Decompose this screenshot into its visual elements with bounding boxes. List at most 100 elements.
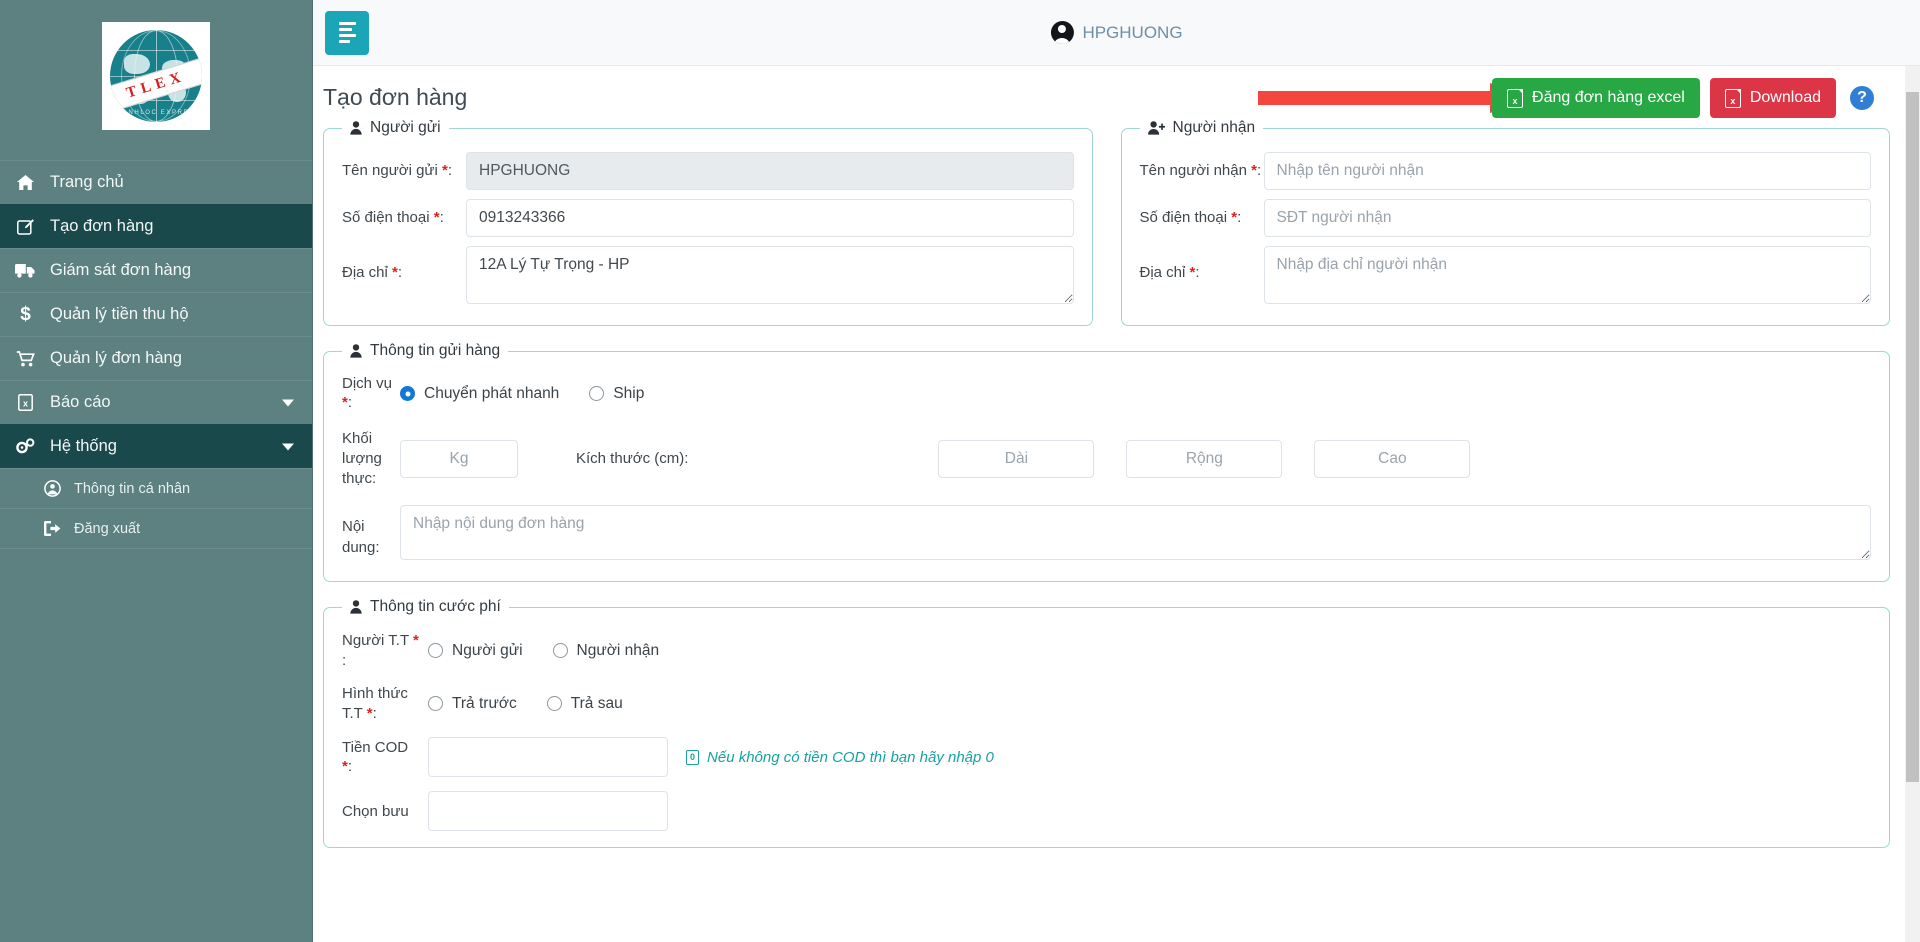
payment-method-label: Hình thức T.T *: xyxy=(342,685,408,722)
form-content: Người gửi Tên người gửi *: Số điện thoại… xyxy=(313,119,1920,849)
receiver-name-label: Tên người nhận *: xyxy=(1139,161,1262,179)
sender-phone-label: Số điện thoại *: xyxy=(342,208,444,226)
sidebar-item-trang-chu[interactable]: Trang chủ xyxy=(0,160,312,204)
receiver-name-row: Tên người nhận *: xyxy=(1139,152,1871,190)
payment-option-tra-sau[interactable]: Trả sau xyxy=(546,695,623,713)
user-icon xyxy=(350,121,362,135)
weight-size-row: Khối lượng thực: Kích thước (cm): xyxy=(342,429,1871,490)
sidebar-item-label: Báo cáo xyxy=(50,393,111,411)
cod-hint-text: Nếu không có tiền COD thì bạn hãy nhập 0 xyxy=(707,748,994,766)
edit-square-icon xyxy=(14,218,37,235)
sender-name-input xyxy=(466,152,1074,190)
weight-label: Khối lượng thực: xyxy=(342,429,382,488)
menu-toggle-icon[interactable] xyxy=(325,10,369,55)
scrollbar-thumb[interactable] xyxy=(1906,92,1919,782)
sidebar-item-label: Quản lý đơn hàng xyxy=(50,349,182,367)
sidebar-item-label: Quản lý tiền thu hộ xyxy=(50,305,189,323)
service-option-ship[interactable]: Ship xyxy=(589,385,644,403)
receiver-name-input[interactable] xyxy=(1263,152,1871,190)
receiver-address-row: Địa chỉ *: xyxy=(1139,246,1871,309)
sidebar-item-giam-sat-don-hang[interactable]: Giám sát đơn hàng xyxy=(0,248,312,292)
excel-file-icon: x xyxy=(1724,88,1741,108)
cod-label: Tiền COD *: xyxy=(342,738,409,776)
sidebar-item-label: Tạo đơn hàng xyxy=(50,217,154,235)
length-input[interactable] xyxy=(938,439,1095,478)
download-label: Download xyxy=(1749,89,1821,106)
post-office-row: Chọn bưu xyxy=(342,791,1871,832)
sender-legend-label: Người gửi xyxy=(370,119,441,136)
avatar xyxy=(1050,21,1074,44)
sidebar-item-label: Hệ thống xyxy=(50,437,117,455)
dollar-icon: $ xyxy=(20,303,31,325)
home-icon xyxy=(14,175,37,190)
sidebar-item-he-thong[interactable]: Hệ thống xyxy=(0,424,312,468)
user-icon xyxy=(350,600,362,614)
height-input[interactable] xyxy=(1314,439,1471,478)
upload-excel-order-label: Đăng đơn hàng excel xyxy=(1532,89,1685,106)
post-office-select[interactable] xyxy=(428,791,668,832)
gears-icon xyxy=(14,438,37,455)
sender-phone-input[interactable] xyxy=(466,199,1074,237)
user-name: HPGHUONG xyxy=(1082,22,1183,42)
fees-fieldset: Thông tin cước phí Người T.T *: Người gử… xyxy=(323,598,1890,849)
cod-amount-input[interactable] xyxy=(428,737,668,778)
receiver-legend-label: Người nhận xyxy=(1172,119,1256,136)
zero-badge-icon: 0 xyxy=(686,749,700,765)
app-root: THANHLOC EXPRESS TLEX Trang chủ Tạo đơn … xyxy=(0,0,1920,942)
shopping-cart-icon xyxy=(14,350,37,367)
brand-logo: THANHLOC EXPRESS TLEX xyxy=(102,22,210,130)
sender-receiver-row: Người gửi Tên người gửi *: Số điện thoại… xyxy=(323,119,1890,342)
weight-input[interactable] xyxy=(400,439,518,478)
radio-icon xyxy=(546,696,562,712)
sidebar-subitem-thong-tin-ca-nhan[interactable]: Thông tin cá nhân xyxy=(0,468,312,508)
logo-container: THANHLOC EXPRESS TLEX xyxy=(0,0,312,160)
post-office-label: Chọn bưu xyxy=(342,802,409,820)
payment-option-tra-truoc[interactable]: Trả trước xyxy=(428,695,517,713)
user-menu[interactable]: HPGHUONG xyxy=(1050,21,1183,44)
download-button[interactable]: x Download xyxy=(1709,78,1836,118)
sender-fieldset: Người gửi Tên người gửi *: Số điện thoại… xyxy=(323,119,1093,326)
globe-icon: THANHLOC EXPRESS TLEX xyxy=(110,30,202,122)
help-icon[interactable]: ? xyxy=(1850,86,1874,110)
service-row: Dịch vụ *: Chuyển phát nhanh Ship xyxy=(342,375,1871,413)
service-option-chuyen-phat-nhanh[interactable]: Chuyển phát nhanh xyxy=(400,385,559,403)
sidebar-nav: Trang chủ Tạo đơn hàng Giám sát đơn hàng… xyxy=(0,160,312,549)
content-label: Nội dung: xyxy=(342,518,380,556)
receiver-phone-label: Số điện thoại *: xyxy=(1139,208,1242,226)
payment-method-row: Hình thức T.T *: Trả trước Trả sau xyxy=(342,684,1871,723)
sidebar-item-tao-don-hang[interactable]: Tạo đơn hàng xyxy=(0,204,312,248)
sender-name-row: Tên người gửi *: xyxy=(342,152,1074,190)
sender-address-label: Địa chỉ *: xyxy=(342,264,403,281)
shipping-legend-label: Thông tin gửi hàng xyxy=(370,342,501,359)
service-radio-group: Chuyển phát nhanh Ship xyxy=(400,381,644,407)
content-textarea[interactable] xyxy=(400,505,1871,561)
cod-input-group: 0 Nếu không có tiền COD thì bạn hãy nhập… xyxy=(428,737,994,778)
content-row: Nội dung: xyxy=(342,505,1871,565)
topbar: HPGHUONG xyxy=(313,0,1920,66)
dimensions-group: Kích thước (cm): xyxy=(400,439,1871,478)
sender-address-textarea[interactable] xyxy=(466,246,1074,304)
sender-legend: Người gửi xyxy=(342,119,449,137)
excel-file-icon: x xyxy=(14,394,37,411)
upload-excel-order-button[interactable]: x Đăng đơn hàng excel xyxy=(1492,78,1700,118)
sidebar-subitem-dang-xuat[interactable]: Đăng xuất xyxy=(0,508,312,548)
vertical-scrollbar[interactable] xyxy=(1905,66,1920,942)
top-action-bar: x Đăng đơn hàng excel x Download ? xyxy=(1492,78,1874,118)
sidebar-item-quan-ly-tien-thu-ho[interactable]: $ Quản lý tiền thu hộ xyxy=(0,292,312,336)
sender-name-label: Tên người gửi *: xyxy=(342,161,452,179)
payment-method-radio-group: Trả trước Trả sau xyxy=(428,691,623,717)
fees-legend-label: Thông tin cước phí xyxy=(370,598,501,616)
payer-option-nguoi-nhan[interactable]: Người nhận xyxy=(552,642,659,660)
payer-option-nguoi-gui[interactable]: Người gửi xyxy=(428,642,523,660)
receiver-legend: Người nhận xyxy=(1140,119,1264,137)
sidebar-item-bao-cao[interactable]: x Báo cáo xyxy=(0,380,312,424)
shipping-legend: Thông tin gửi hàng xyxy=(342,342,508,360)
receiver-address-label: Địa chỉ *: xyxy=(1139,264,1200,281)
user-plus-icon xyxy=(1147,121,1165,135)
width-input[interactable] xyxy=(1126,439,1283,478)
receiver-address-textarea[interactable] xyxy=(1263,246,1871,304)
cod-hint: 0 Nếu không có tiền COD thì bạn hãy nhập… xyxy=(686,749,994,766)
receiver-phone-input[interactable] xyxy=(1263,199,1871,237)
sidebar-item-quan-ly-don-hang[interactable]: Quản lý đơn hàng xyxy=(0,336,312,380)
sidebar-item-label: Giám sát đơn hàng xyxy=(50,261,192,279)
